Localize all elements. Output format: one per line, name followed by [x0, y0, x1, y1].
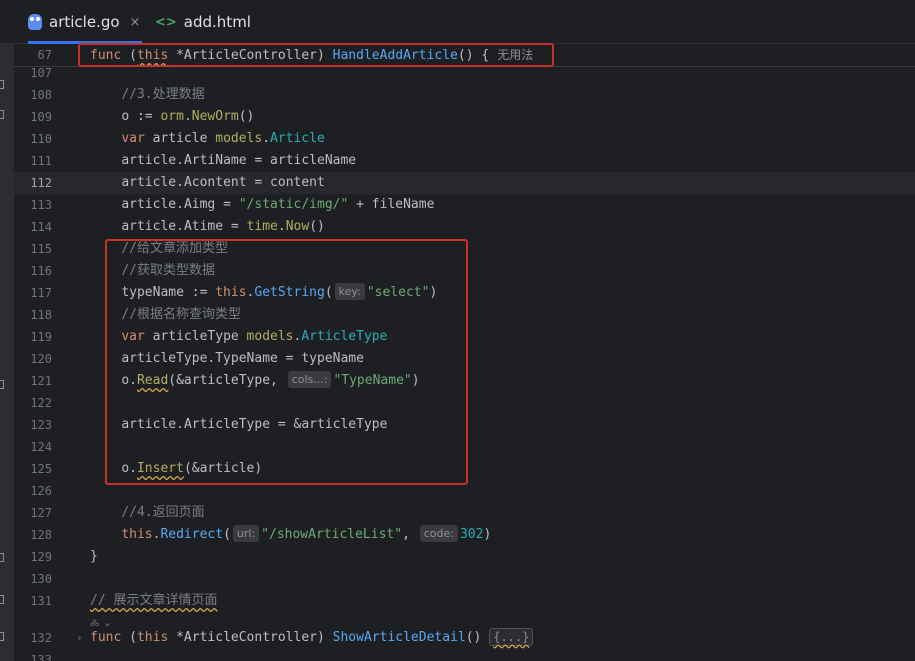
line-number: 122	[30, 396, 52, 410]
line-number: 132	[30, 631, 52, 645]
code-line[interactable]: var articleType models.ArticleType	[90, 326, 387, 348]
code-line[interactable]: //给文章添加类型	[90, 238, 228, 260]
strip-icon[interactable]	[0, 595, 4, 604]
line-number: 118	[30, 308, 52, 322]
usages-hint: 无用法	[497, 48, 534, 62]
tab-add-html[interactable]: <> add.html	[155, 0, 251, 44]
line-number: 110	[30, 132, 52, 146]
line-number: 116	[30, 264, 52, 278]
code-line[interactable]: typeName := this.GetString(key: "select")	[90, 282, 437, 304]
code-line[interactable]: article.ArtiName = articleName	[90, 150, 356, 172]
code-line[interactable]: article.Aimg = "/static/img/" + fileName	[90, 194, 434, 216]
html-file-icon: <>	[155, 14, 177, 30]
code-line[interactable]: article.ArticleType = &articleType	[90, 414, 387, 436]
line-number: 123	[30, 418, 52, 432]
line-number: 113	[30, 198, 52, 212]
close-icon[interactable]: ×	[130, 15, 141, 30]
line-number: 126	[30, 484, 52, 498]
line-number: 112	[30, 176, 52, 190]
param-hint: cols...:	[287, 371, 332, 388]
folded-region[interactable]: {...}	[489, 628, 534, 646]
line-number: 124	[30, 440, 52, 454]
line-number-gutter: 107 108 109 110 111 112 113 114 115 116 …	[14, 44, 80, 661]
line-number: 121	[30, 374, 52, 388]
sticky-function-header[interactable]: 67 func (this *ArticleController) Handle…	[14, 44, 915, 67]
code-line[interactable]: article.Atime = time.Now()	[90, 216, 325, 238]
line-number: 115	[30, 242, 52, 256]
tab-label: article.go	[49, 13, 120, 31]
code-line[interactable]: //3.处理数据	[90, 84, 204, 106]
code-line[interactable]: //获取类型数据	[90, 260, 215, 282]
line-number: 127	[30, 506, 52, 520]
tab-label: add.html	[183, 13, 251, 31]
line-number: 119	[30, 330, 52, 344]
code-line[interactable]: //4.返回页面	[90, 502, 204, 524]
gopher-icon	[28, 14, 42, 30]
line-number: 111	[30, 154, 52, 168]
strip-icon[interactable]	[0, 110, 4, 119]
line-number: 133	[30, 653, 52, 661]
line-number: 128	[30, 528, 52, 542]
code-line[interactable]: //根据名称查询类型	[90, 304, 241, 326]
strip-icon[interactable]	[0, 80, 4, 89]
code-line[interactable]: // 展示文章详情页面	[90, 590, 217, 612]
param-hint: url:	[232, 525, 260, 542]
sticky-code: func (this *ArticleController) HandleAdd…	[90, 48, 534, 63]
editor-tab-bar: article.go × <> add.html	[0, 0, 915, 44]
line-number: 67	[37, 48, 52, 62]
line-number: 114	[30, 220, 52, 234]
code-line[interactable]: var article models.Article	[90, 128, 325, 150]
code-line[interactable]: func (this *ArticleController) ShowArtic…	[90, 627, 534, 649]
line-number: 129	[30, 550, 52, 564]
line-number: 117	[30, 286, 52, 300]
line-number: 109	[30, 110, 52, 124]
line-number: 108	[30, 88, 52, 102]
code-line[interactable]: o := orm.NewOrm()	[90, 106, 254, 128]
fold-chevron-icon[interactable]: ›	[76, 627, 83, 649]
param-hint: code:	[419, 525, 458, 542]
code-line[interactable]: articleType.TypeName = typeName	[90, 348, 364, 370]
strip-icon[interactable]	[0, 380, 4, 389]
code-line[interactable]: article.Acontent = content	[90, 172, 325, 194]
line-number: 125	[30, 462, 52, 476]
code-line[interactable]: this.Redirect(url: "/showArticleList", co…	[90, 524, 491, 546]
param-hint: key:	[334, 283, 365, 300]
strip-icon[interactable]	[0, 632, 4, 641]
strip-icon[interactable]	[0, 553, 4, 562]
line-number: 120	[30, 352, 52, 366]
line-number: 131	[30, 594, 52, 608]
code-line[interactable]: o.Read(&articleType, cols...: "TypeName")	[90, 370, 420, 392]
tool-window-strip	[0, 0, 14, 661]
code-line[interactable]: }	[90, 546, 98, 568]
code-line[interactable]: o.Insert(&article)	[90, 458, 262, 480]
line-number: 130	[30, 572, 52, 586]
tab-article-go[interactable]: article.go ×	[28, 0, 142, 44]
